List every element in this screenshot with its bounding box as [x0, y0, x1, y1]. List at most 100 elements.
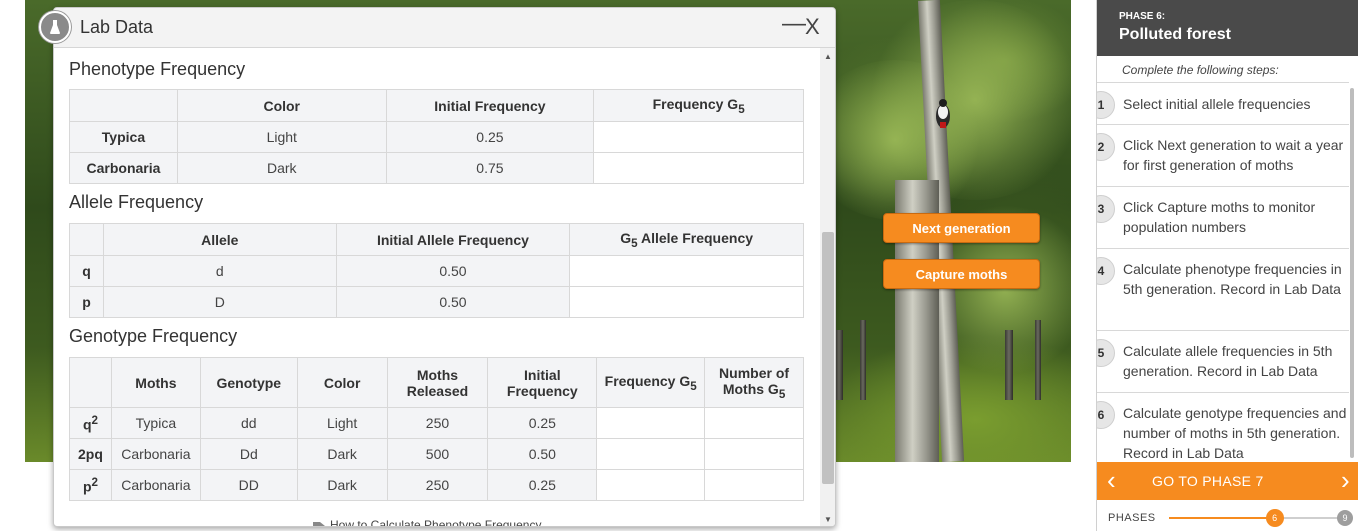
woodpecker-icon: [936, 99, 950, 128]
initial-cell: 0.50: [335, 255, 571, 287]
close-button[interactable]: X: [805, 14, 820, 40]
phase-slider-end[interactable]: 9: [1337, 510, 1353, 526]
step-text: Calculate allele frequencies in 5th gene…: [1123, 343, 1333, 379]
minimize-button[interactable]: —: [782, 10, 806, 38]
step-item: 3 Click Capture moths to monitor populat…: [1097, 186, 1349, 248]
moths-cell: Carbonaria: [110, 438, 201, 470]
frequency-g5-input[interactable]: [596, 469, 706, 501]
column-header: Moths Released: [386, 357, 489, 408]
phenotype-title: Phenotype Frequency: [69, 59, 246, 79]
allele-title: Allele Frequency: [69, 192, 204, 212]
allele-cell: D: [102, 286, 337, 318]
go-to-phase-button[interactable]: GO TO PHASE 7: [1152, 473, 1264, 489]
frequency-g5-input[interactable]: [596, 438, 706, 470]
initial-cell: 0.50: [335, 286, 571, 318]
initial-cell: 0.25: [487, 407, 598, 439]
table-row: q2 Typica dd Light 250 0.25: [69, 407, 804, 439]
column-header: Initial Frequency: [385, 89, 595, 122]
table-row: p D 0.50: [69, 286, 804, 318]
scroll-down-arrow-icon[interactable]: ▼: [824, 515, 832, 524]
step-number: 2: [1097, 133, 1115, 161]
phase-header: PHASE 6: Polluted forest: [1097, 0, 1358, 56]
go-to-phase-bar: ‹ GO TO PHASE 7 ›: [1097, 462, 1358, 500]
initial-cell: 0.75: [385, 152, 595, 184]
table-row: p2 Carbonaria DD Dark 250 0.25: [69, 469, 804, 501]
column-header: Initial Allele Frequency: [335, 223, 571, 256]
table-row: 2pq Carbonaria Dd Dark 500 0.50: [69, 438, 804, 470]
column-header: [69, 223, 104, 256]
row-label: q2: [69, 407, 112, 439]
window-header: Lab Data — X: [54, 8, 835, 48]
table-row: Carbonaria Dark 0.75: [69, 152, 804, 184]
number-g5-input[interactable]: [704, 407, 804, 439]
step-text: Click Capture moths to monitor populatio…: [1123, 199, 1316, 235]
column-header: Number of Moths G5: [704, 357, 804, 408]
frequency-g5-input[interactable]: [593, 121, 804, 153]
phases-label: PHASES: [1108, 512, 1156, 524]
howto-link[interactable]: How to Calculate Phenotype Frequency: [312, 518, 542, 527]
moths-cell: Typica: [110, 407, 201, 439]
phase-slider-current[interactable]: 6: [1265, 509, 1284, 527]
number-g5-input[interactable]: [704, 469, 804, 501]
steps-intro: Complete the following steps:: [1122, 63, 1279, 77]
allele-table: Allele Initial Allele Frequency G5 Allel…: [69, 223, 804, 318]
table-row: q d 0.50: [69, 255, 804, 287]
released-cell: 500: [386, 438, 489, 470]
table-row: Typica Light 0.25: [69, 121, 804, 153]
step-item: 1 Select initial allele frequencies: [1097, 82, 1349, 124]
next-generation-button[interactable]: Next generation: [883, 213, 1040, 243]
color-cell: Dark: [296, 469, 388, 501]
steps-scrollbar[interactable]: [1350, 88, 1354, 458]
released-cell: 250: [386, 469, 489, 501]
howto-link-label: How to Calculate Phenotype Frequency: [330, 518, 542, 527]
column-header: Allele: [102, 223, 337, 256]
step-item: 2 Click Next generation to wait a year f…: [1097, 124, 1349, 186]
allele-cell: d: [102, 255, 337, 287]
lab-data-window: Lab Data — X Phenotype Frequency Color I…: [53, 7, 836, 527]
row-label: p2: [69, 469, 112, 501]
step-number: 4: [1097, 257, 1115, 285]
initial-cell: 0.50: [487, 438, 598, 470]
row-label: p: [69, 286, 104, 318]
frequency-g5-input[interactable]: [596, 407, 706, 439]
frequency-g5-input[interactable]: [593, 152, 804, 184]
step-text: Calculate genotype frequencies and numbe…: [1123, 405, 1347, 461]
step-text: Select initial allele frequencies: [1123, 96, 1311, 112]
phase-name: Polluted forest: [1119, 26, 1232, 43]
chevron-left-icon[interactable]: ‹: [1107, 466, 1116, 494]
number-g5-input[interactable]: [704, 438, 804, 470]
step-item: 4 Calculate phenotype frequencies in 5th…: [1097, 248, 1349, 330]
step-number: 3: [1097, 195, 1115, 223]
step-text: Click Next generation to wait a year for…: [1123, 137, 1344, 173]
steps-list: 1 Select initial allele frequencies 2 Cl…: [1097, 82, 1349, 462]
column-header: Initial Frequency: [487, 357, 598, 408]
genotype-title: Genotype Frequency: [69, 326, 238, 346]
initial-cell: 0.25: [385, 121, 595, 153]
column-header: Genotype: [199, 357, 298, 408]
scroll-up-arrow-icon[interactable]: ▲: [824, 52, 832, 61]
phase-slider[interactable]: 6 9: [1169, 509, 1353, 527]
row-label: Carbonaria: [69, 152, 178, 184]
capture-moths-button[interactable]: Capture moths: [883, 259, 1040, 289]
column-header: [69, 357, 112, 408]
tag-icon: [313, 521, 325, 526]
column-header: [69, 89, 178, 122]
color-cell: Light: [176, 121, 387, 153]
genotype-table: Moths Genotype Color Moths Released Init…: [69, 357, 804, 501]
step-text: Calculate phenotype frequencies in 5th g…: [1123, 261, 1342, 297]
chevron-right-icon[interactable]: ›: [1341, 466, 1350, 494]
step-item: 5 Calculate allele frequencies in 5th ge…: [1097, 330, 1349, 392]
phase-label: PHASE 6:: [1119, 11, 1166, 22]
released-cell: 250: [386, 407, 489, 439]
g5-allele-input[interactable]: [569, 255, 804, 287]
moths-cell: Carbonaria: [110, 469, 201, 501]
lab-data-scrollbar[interactable]: ▲ ▼: [820, 48, 835, 526]
color-cell: Dark: [176, 152, 387, 184]
app-stage: Lab Data — X Phenotype Frequency Color I…: [0, 0, 1358, 531]
genotype-cell: Dd: [199, 438, 298, 470]
color-cell: Light: [296, 407, 388, 439]
scroll-thumb[interactable]: [822, 232, 834, 484]
g5-allele-input[interactable]: [569, 286, 804, 318]
flask-icon: [39, 11, 71, 43]
step-number: 5: [1097, 339, 1115, 367]
